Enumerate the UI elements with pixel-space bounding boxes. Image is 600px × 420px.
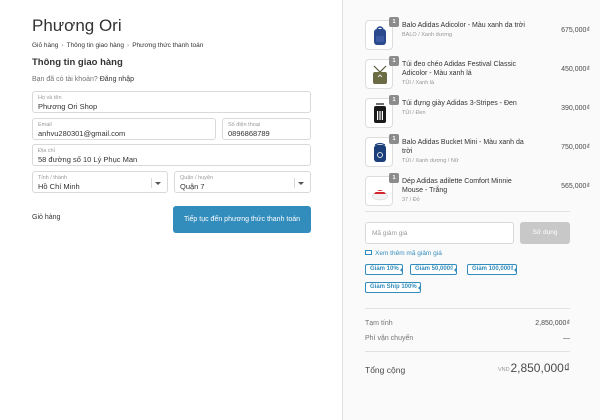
discount-code-placeholder: Mã giảm giá xyxy=(372,230,408,237)
shoe-bag-icon xyxy=(374,103,386,123)
more-discount-codes-link[interactable]: Xem thêm mã giảm giá xyxy=(365,250,442,257)
product-variant: TÚI / Xanh dương / Nữ xyxy=(402,158,459,164)
product-name: Balo Adidas Bucket Mini - Màu xanh da tr… xyxy=(402,138,534,165)
chevron-down-icon[interactable] xyxy=(294,178,304,188)
coupon-tag[interactable]: Giảm 10% xyxy=(365,264,403,275)
name-field-value[interactable]: Phương Ori Shop xyxy=(38,102,97,111)
total-label: Tổng cộng xyxy=(365,365,406,375)
district-select-value[interactable]: Quận 7 xyxy=(180,182,205,191)
total-value: 2,850,000₫ xyxy=(510,361,570,375)
product-variant: TÚI / Xanh lá xyxy=(402,80,435,86)
product-variant: BALO / Xanh dương xyxy=(402,32,453,38)
continue-to-payment-button[interactable]: Tiếp tục đến phương thức thanh toán xyxy=(173,206,311,233)
subtotal-value: 2,850,000₫ xyxy=(535,320,570,327)
product-item: 1 Túi đeo chéo Adidas Festival Classic A… xyxy=(365,56,590,91)
product-title: Balo Adidas Bucket Mini - Màu xanh da tr… xyxy=(402,139,524,155)
apply-discount-button[interactable]: Sử dụng xyxy=(520,222,570,244)
login-prompt-text: Bạn đã có tài khoản? xyxy=(32,76,98,83)
product-title: Túi đựng giày Adidas 3-Stripes - Đen xyxy=(402,100,517,107)
product-name: Túi đeo chéo Adidas Festival Classic Adi… xyxy=(402,60,534,87)
phone-field-value[interactable]: 0896868789 xyxy=(228,129,270,138)
address-field-label: Địa chỉ xyxy=(38,148,55,154)
name-field[interactable]: Họ và tên Phương Ori Shop xyxy=(32,91,311,113)
quantity-badge: 1 xyxy=(389,134,399,144)
email-field[interactable]: Email anhvu280301@gmail.com xyxy=(32,118,216,140)
address-field[interactable]: Địa chỉ 58 đường số 10 Lý Phục Man xyxy=(32,144,311,166)
back-to-cart-link[interactable]: Giỏ hàng xyxy=(32,214,60,221)
shipping-label: Phí vận chuyển xyxy=(365,335,414,342)
product-name: Túi đựng giày Adidas 3-Stripes - Đen TÚI … xyxy=(402,99,534,117)
quantity-badge: 1 xyxy=(389,56,399,66)
product-price: 675,000₫ xyxy=(561,27,590,34)
product-name: Balo Adidas Adicolor - Màu xanh da trời B… xyxy=(402,21,534,39)
shipping-value: — xyxy=(563,335,570,342)
slide-sandal-icon xyxy=(371,190,389,201)
breadcrumb-separator-icon: › xyxy=(127,42,130,49)
product-item: 1 Túi đựng giày Adidas 3-Stripes - Đen TÚ… xyxy=(365,95,590,130)
product-variant: TÚI / Đen xyxy=(402,110,426,116)
discount-code-input[interactable]: Mã giảm giá xyxy=(365,222,514,244)
login-link[interactable]: Đăng nhập xyxy=(100,76,134,83)
province-select[interactable]: Tỉnh / thành Hồ Chí Minh xyxy=(32,171,168,193)
breadcrumb-cart[interactable]: Giỏ hàng xyxy=(32,42,58,49)
breadcrumb-shipping-info: Thông tin giao hàng xyxy=(66,42,125,49)
product-name: Dép Adidas adilette Comfort Minnie Mouse… xyxy=(402,177,534,204)
chevron-down-icon[interactable] xyxy=(151,178,161,188)
more-discount-codes-label: Xem thêm mã giảm giá xyxy=(375,250,442,257)
coupon-tag[interactable]: Giảm Ship 100% xyxy=(365,282,421,293)
product-title: Balo Adidas Adicolor - Màu xanh da trời xyxy=(402,22,525,29)
product-price: 565,000₫ xyxy=(561,183,590,190)
bucket-backpack-icon xyxy=(374,142,386,162)
province-select-label: Tỉnh / thành xyxy=(38,175,68,181)
coupon-tag[interactable]: Giảm 50,000₫ xyxy=(410,264,458,275)
section-title: Thông tin giao hàng xyxy=(32,57,123,68)
district-select-label: Quận / huyện xyxy=(180,175,214,181)
address-field-value[interactable]: 58 đường số 10 Lý Phục Man xyxy=(38,155,137,164)
subtotal-label: Tạm tính xyxy=(365,320,393,327)
breadcrumb: Giỏ hàng › Thông tin giao hàng › Phương thức… xyxy=(32,42,203,49)
name-field-label: Họ và tên xyxy=(38,95,62,101)
product-title: Túi đeo chéo Adidas Festival Classic Adi… xyxy=(402,61,516,77)
crossbody-bag-icon xyxy=(373,65,387,84)
product-price: 450,000₫ xyxy=(561,66,590,73)
email-field-value[interactable]: anhvu280301@gmail.com xyxy=(38,129,125,138)
quantity-badge: 1 xyxy=(389,17,399,27)
divider xyxy=(365,211,570,212)
product-price: 750,000₫ xyxy=(561,144,590,151)
phone-field[interactable]: Số điện thoại 0896868789 xyxy=(222,118,311,140)
product-price: 390,000₫ xyxy=(561,105,590,112)
login-prompt: Bạn đã có tài khoản? Đăng nhập xyxy=(32,76,134,83)
province-select-value[interactable]: Hồ Chí Minh xyxy=(38,182,80,191)
product-item: 1 Balo Adidas Bucket Mini - Màu xanh da … xyxy=(365,134,590,169)
phone-field-label: Số điện thoại xyxy=(228,122,261,128)
ticket-icon xyxy=(365,250,372,255)
product-item: 1 Balo Adidas Adicolor - Màu xanh da trờ… xyxy=(365,17,590,52)
divider xyxy=(365,308,570,309)
product-item: 1 Dép Adidas adilette Comfort Minnie Mou… xyxy=(365,173,590,208)
product-title: Dép Adidas adilette Comfort Minnie Mouse… xyxy=(402,178,512,194)
breadcrumb-separator-icon: › xyxy=(61,42,64,49)
product-variant: 37 / Đỏ xyxy=(402,197,420,203)
coupon-tag[interactable]: Giảm 100,000₫ xyxy=(467,264,518,275)
district-select[interactable]: Quận / huyện Quận 7 xyxy=(174,171,311,193)
shop-title[interactable]: Phương Ori xyxy=(32,16,122,36)
email-field-label: Email xyxy=(38,122,52,128)
currency-code: VND xyxy=(498,367,510,373)
quantity-badge: 1 xyxy=(389,95,399,105)
breadcrumb-payment-method: Phương thức thanh toán xyxy=(132,42,204,49)
quantity-badge: 1 xyxy=(389,173,399,183)
divider xyxy=(365,351,570,352)
backpack-icon xyxy=(374,26,386,45)
